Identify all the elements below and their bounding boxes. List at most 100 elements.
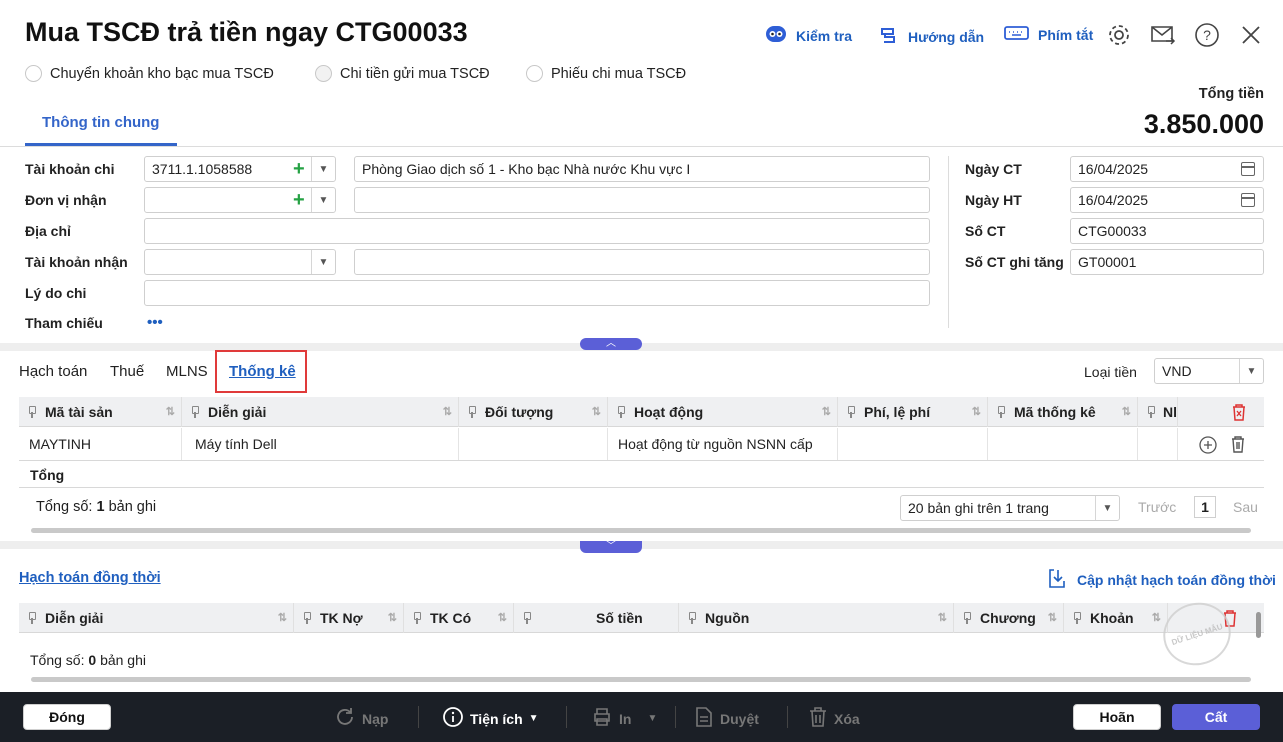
tab-mlns[interactable]: MLNS [166, 363, 208, 380]
load-button[interactable]: Nạp [334, 706, 388, 731]
radio-deposit-payment[interactable]: Chi tiền gửi mua TSCĐ [315, 65, 490, 82]
cell-asset-code[interactable]: MAYTINH [19, 428, 182, 460]
add-unit-icon[interactable]: + [293, 190, 305, 210]
pin-icon[interactable] [467, 406, 476, 418]
radio-cash-voucher[interactable]: Phiếu chi mua TSCĐ [526, 65, 686, 82]
save-button[interactable]: Cất [1172, 704, 1260, 730]
prev-page-button[interactable]: Trước [1138, 499, 1176, 515]
sort-icon[interactable]: ⇅ [1048, 611, 1057, 624]
cell-nl[interactable] [1138, 428, 1178, 460]
add-row-icon[interactable] [1199, 436, 1217, 457]
radio-circle[interactable] [25, 65, 42, 82]
pin-icon[interactable] [302, 612, 311, 624]
sort-icon[interactable]: ⇅ [166, 405, 175, 418]
guide-button[interactable]: Hướng dẫn [878, 24, 984, 49]
horizontal-scrollbar[interactable] [31, 528, 1251, 533]
recv-account-dropdown[interactable]: ▼ [311, 250, 335, 274]
delete-row-icon[interactable] [1230, 435, 1246, 456]
page-size-select[interactable]: 20 bản ghi trên 1 trang [900, 495, 1120, 521]
horizontal-scrollbar-2[interactable] [31, 677, 1251, 682]
pin-icon[interactable] [190, 406, 199, 418]
radio-circle[interactable] [315, 65, 332, 82]
sort-icon[interactable]: ⇅ [822, 405, 831, 418]
delete-all-icon[interactable] [1231, 403, 1247, 424]
close-button[interactable]: Đóng [23, 704, 111, 730]
cell-activity[interactable]: Hoạt động từ nguồn NSNN cấp [608, 428, 838, 460]
page-number[interactable]: 1 [1194, 496, 1216, 518]
col-asset-code[interactable]: Mã tài sản ⇅ [19, 397, 182, 427]
address-field[interactable] [144, 218, 930, 244]
sort-icon[interactable]: ⇅ [498, 611, 507, 624]
col-chapter[interactable]: Chương ⇅ [954, 603, 1064, 633]
cell-fee[interactable] [838, 428, 988, 460]
sort-icon[interactable]: ⇅ [443, 405, 452, 418]
cell-stat-code[interactable] [988, 428, 1138, 460]
so-ct-gt-field[interactable]: GT00001 [1070, 249, 1264, 275]
reason-field[interactable] [144, 280, 930, 306]
print-button[interactable]: In ▼ [591, 706, 657, 731]
concurrent-accounting-title[interactable]: Hạch toán đồng thời [19, 570, 161, 586]
sort-icon[interactable]: ⇅ [972, 405, 981, 418]
col-nl[interactable]: Nl [1138, 397, 1178, 427]
gear-icon[interactable] [1106, 22, 1132, 48]
col-stat-code[interactable]: Mã thống kê ⇅ [988, 397, 1138, 427]
radio-circle[interactable] [526, 65, 543, 82]
col-fee[interactable]: Phí, lệ phí ⇅ [838, 397, 988, 427]
delete-button[interactable]: Xóa [808, 706, 860, 731]
tab-tax[interactable]: Thuế [110, 363, 144, 380]
pin-icon[interactable] [412, 612, 421, 624]
sort-icon[interactable]: ⇅ [278, 611, 287, 624]
calendar-icon[interactable] [1241, 193, 1255, 207]
col-source[interactable]: Nguồn ⇅ [679, 603, 954, 633]
shortcuts-button[interactable]: Phím tắt [1004, 24, 1093, 45]
unit-field[interactable] [144, 187, 336, 213]
col-debit[interactable]: TK Nợ ⇅ [294, 603, 404, 633]
vertical-scrollbar[interactable] [1256, 612, 1261, 638]
cell-object[interactable] [459, 428, 608, 460]
col-description[interactable]: Diễn giải ⇅ [19, 603, 294, 633]
pin-icon[interactable] [1072, 612, 1081, 624]
date-ht-field[interactable]: 16/04/2025 [1070, 187, 1264, 213]
pin-icon[interactable] [962, 612, 971, 624]
sort-icon[interactable]: ⇅ [388, 611, 397, 624]
so-ct-field[interactable]: CTG00033 [1070, 218, 1264, 244]
add-account-icon[interactable]: + [293, 159, 305, 179]
tab-accounting[interactable]: Hạch toán [19, 363, 87, 380]
calendar-icon[interactable] [1241, 162, 1255, 176]
col-object[interactable]: Đối tượng ⇅ [459, 397, 608, 427]
tab-general-info[interactable]: Thông tin chung [42, 114, 159, 131]
sort-icon[interactable]: ⇅ [592, 405, 601, 418]
account-dropdown[interactable]: ▼ [311, 157, 335, 181]
update-concurrent-button[interactable]: Cập nhật hạch toán đồng thời [1047, 567, 1276, 592]
sort-icon[interactable]: ⇅ [938, 611, 947, 624]
currency-dropdown[interactable]: ▼ [1239, 359, 1263, 383]
pin-icon[interactable] [687, 612, 696, 624]
account-name-field[interactable]: Phòng Giao dịch số 1 - Kho bạc Nhà nước … [354, 156, 930, 182]
pin-icon[interactable] [846, 406, 855, 418]
radio-treasury-transfer[interactable]: Chuyển khoản kho bạc mua TSCĐ [25, 65, 274, 82]
date-ct-field[interactable]: 16/04/2025 [1070, 156, 1264, 182]
tab-statistics[interactable]: Thống kê [229, 363, 296, 380]
collapse-down-button[interactable]: ﹀ [580, 541, 642, 553]
page-size-dropdown[interactable]: ▼ [1095, 496, 1119, 520]
pin-icon[interactable] [616, 406, 625, 418]
pin-icon[interactable] [27, 406, 36, 418]
pin-icon[interactable] [1146, 406, 1155, 418]
pin-icon[interactable] [27, 612, 36, 624]
sort-icon[interactable]: ⇅ [1152, 611, 1161, 624]
unit-dropdown[interactable]: ▼ [311, 188, 335, 212]
reference-more-button[interactable]: ••• [147, 314, 163, 331]
table-row[interactable]: MAYTINH Máy tính Dell Hoạt động từ nguồn… [19, 428, 1264, 461]
cell-description[interactable]: Máy tính Dell [182, 428, 459, 460]
unit-name-field[interactable] [354, 187, 930, 213]
approve-button[interactable]: Duyệt [694, 706, 759, 731]
col-item[interactable]: Khoản ⇅ [1064, 603, 1168, 633]
mail-icon[interactable] [1150, 22, 1176, 48]
recv-account-name-field[interactable] [354, 249, 930, 275]
sort-icon[interactable]: ⇅ [1122, 405, 1131, 418]
account-field[interactable]: 3711.1.1058588 [144, 156, 336, 182]
close-icon[interactable] [1238, 22, 1264, 48]
check-button[interactable]: Kiểm tra [764, 24, 852, 47]
pin-icon[interactable] [996, 406, 1005, 418]
col-activity[interactable]: Hoạt động ⇅ [608, 397, 838, 427]
